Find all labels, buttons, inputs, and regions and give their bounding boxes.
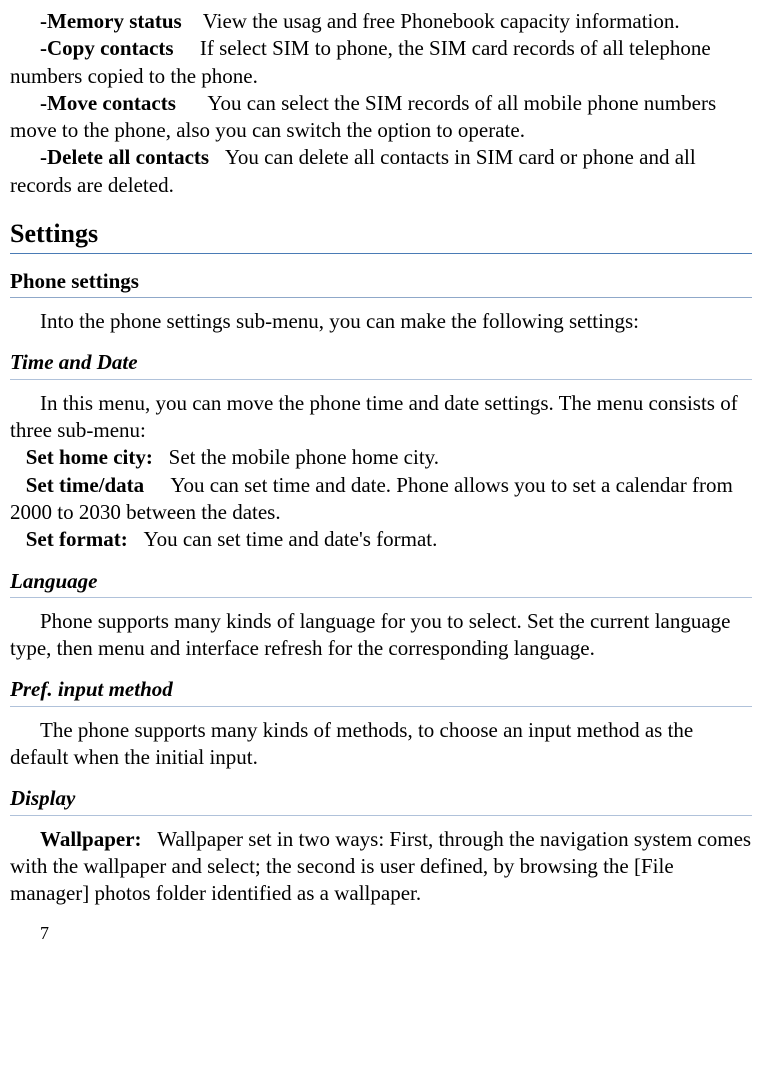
item-desc: Set the mobile phone home city. [169,445,439,469]
item-set-home-city: Set home city: Set the mobile phone home… [10,444,752,471]
phone-settings-intro: Into the phone settings sub-menu, you ca… [10,308,752,335]
item-wallpaper: Wallpaper: Wallpaper set in two ways: Fi… [10,826,752,908]
heading-pref-input-method: Pref. input method [10,676,752,706]
pref-input-body: The phone supports many kinds of methods… [10,717,752,772]
time-date-intro: In this menu, you can move the phone tim… [10,390,752,445]
language-body: Phone supports many kinds of language fo… [10,608,752,663]
page-number: 7 [40,922,752,945]
item-desc: You can set time and date's format. [144,527,438,551]
item-label: Set time/data [26,473,144,497]
item-memory-status: -Memory status View the usag and free Ph… [10,8,752,35]
item-label: -Move contacts [40,91,176,115]
heading-language: Language [10,568,752,598]
heading-settings: Settings [10,217,752,254]
item-label: -Memory status [40,9,182,33]
item-label: Wallpaper: [40,827,142,851]
heading-phone-settings: Phone settings [10,268,752,298]
item-set-time-data: Set time/data You can set time and date.… [10,472,752,527]
item-copy-contacts: -Copy contacts If select SIM to phone, t… [10,35,752,90]
item-label: -Delete all contacts [40,145,209,169]
item-label: -Copy contacts [40,36,174,60]
item-set-format: Set format: You can set time and date's … [10,526,752,553]
heading-display: Display [10,785,752,815]
item-delete-all-contacts: -Delete all contacts You can delete all … [10,144,752,199]
item-move-contacts: -Move contacts You can select the SIM re… [10,90,752,145]
heading-time-and-date: Time and Date [10,349,752,379]
item-label: Set home city: [26,445,153,469]
item-desc: View the usag and free Phonebook capacit… [203,9,680,33]
item-label: Set format: [26,527,128,551]
